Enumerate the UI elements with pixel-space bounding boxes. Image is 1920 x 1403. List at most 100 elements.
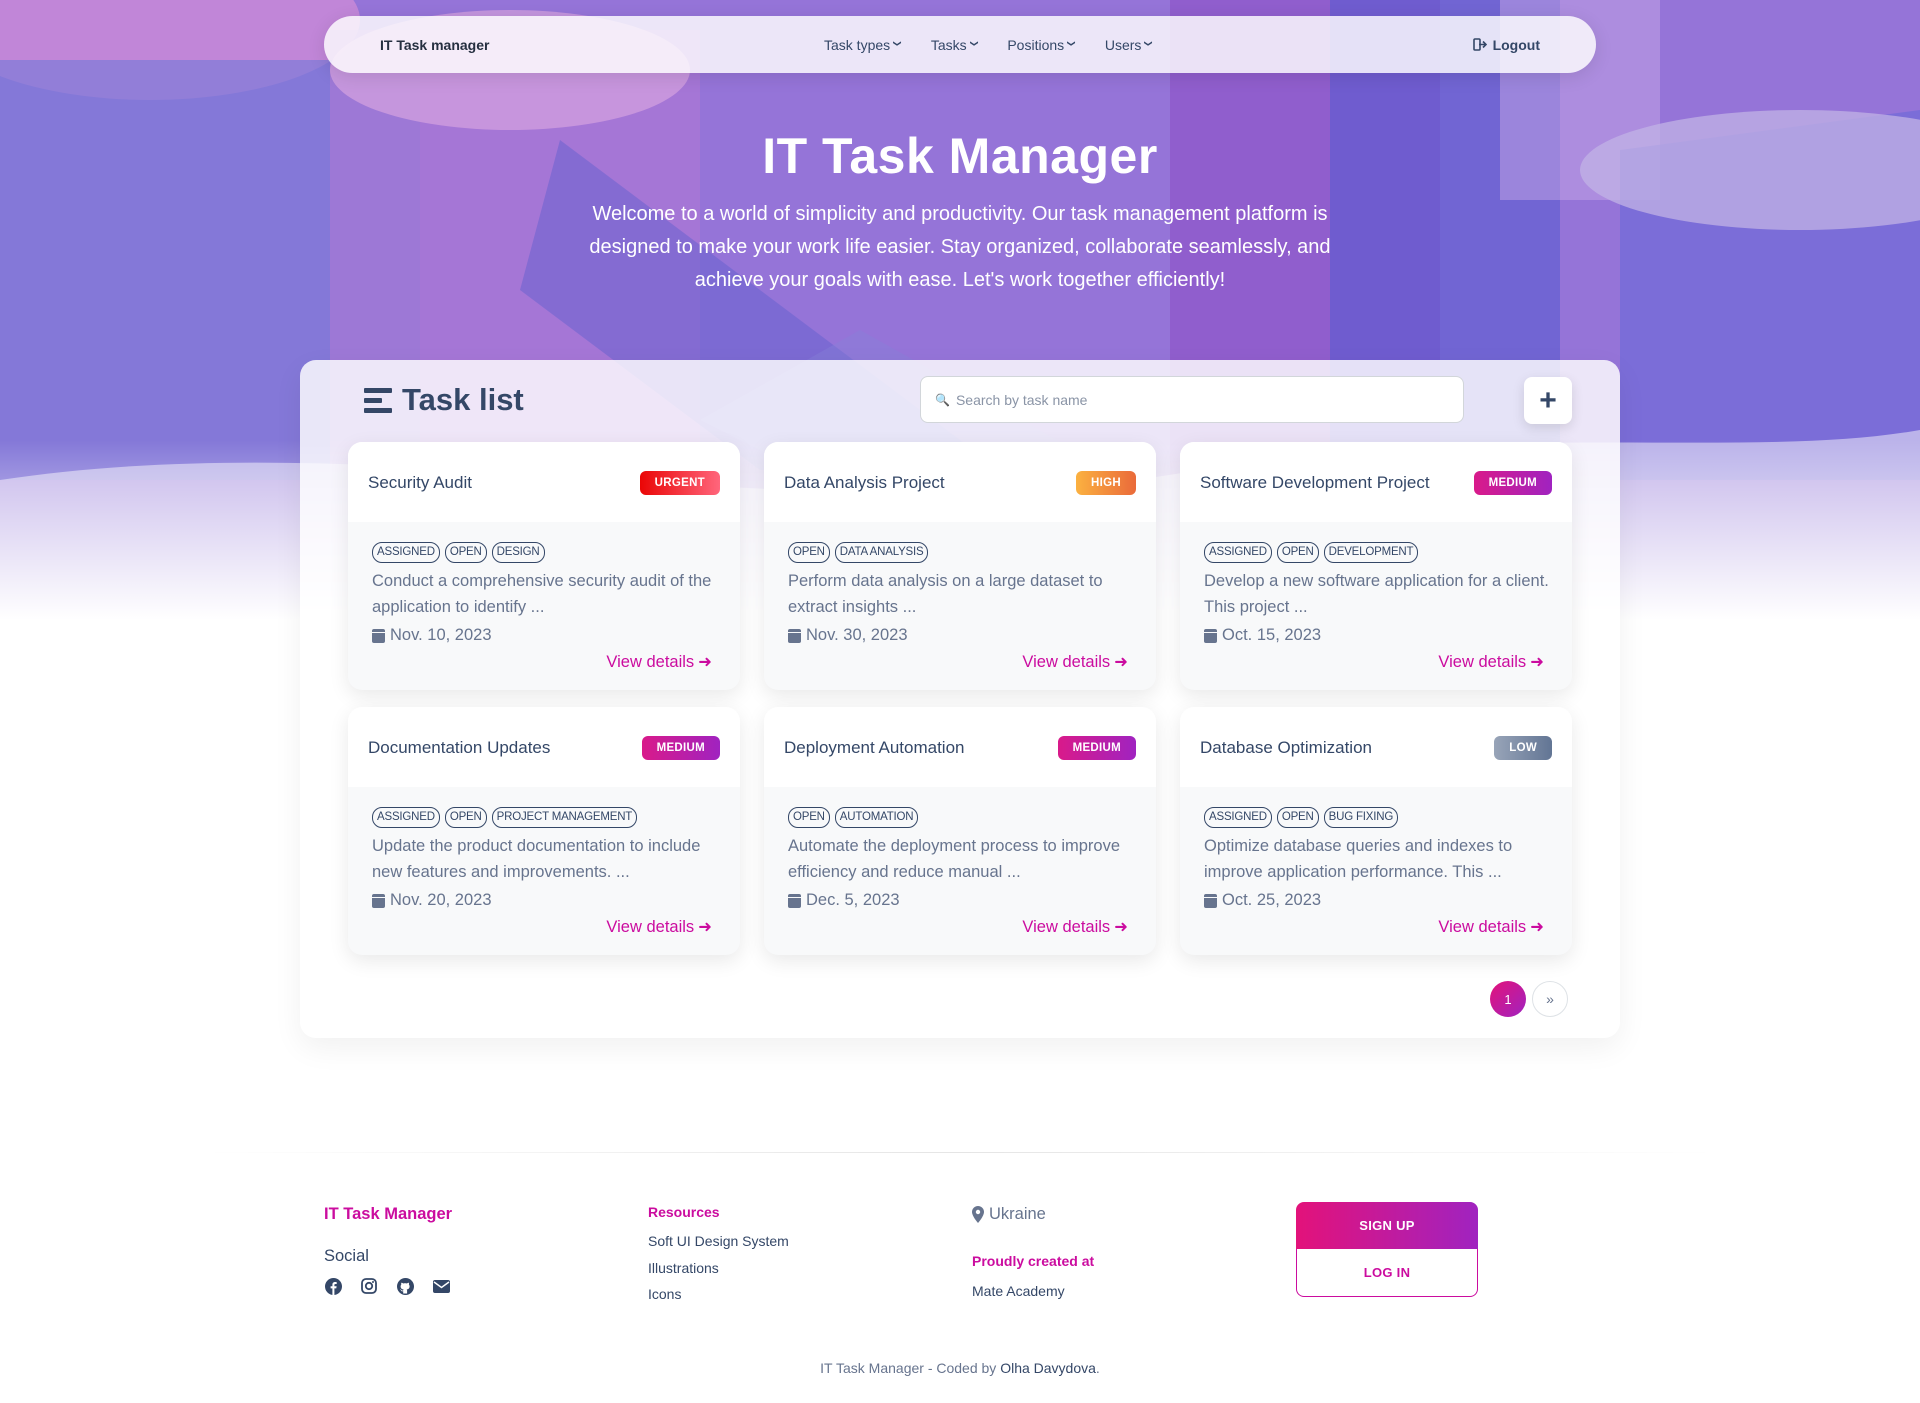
view-details-link[interactable]: View details ➜	[606, 652, 712, 672]
status-tag: OPEN	[444, 542, 487, 563]
priority-badge: MEDIUM	[1473, 471, 1552, 495]
search-box: 🔍	[920, 376, 1464, 423]
task-date: Nov. 10, 2023	[390, 626, 492, 644]
map-pin-icon	[972, 1206, 984, 1223]
view-details-label: View details	[606, 652, 695, 671]
footer-proudly-name[interactable]: Mate Academy	[972, 1283, 1065, 1299]
task-card: Software Development Project MEDIUM ASSI…	[1180, 442, 1572, 690]
calendar-icon	[788, 628, 801, 643]
task-name: Data Analysis Project	[784, 472, 945, 492]
calendar-icon	[372, 628, 385, 643]
arrow-right-icon: ➜	[1530, 653, 1544, 671]
pagination-next-button[interactable]: »	[1532, 981, 1568, 1017]
status-tag: OPEN	[1276, 807, 1319, 828]
footer-link-icons[interactable]: Icons	[648, 1286, 681, 1302]
nav-tasks[interactable]: Tasks ❯	[930, 36, 979, 53]
task-card: Database Optimization LOW ASSIGNED OPEN BU…	[1180, 707, 1572, 955]
task-name: Security Audit	[368, 472, 472, 492]
arrow-right-icon: ➜	[1530, 918, 1544, 936]
nav-task-types[interactable]: Task types ❯	[824, 37, 902, 53]
task-date: Nov. 30, 2023	[806, 626, 908, 644]
task-card: Security Audit URGENT ASSIGNED OPEN DESIGN…	[348, 442, 740, 690]
view-details-link[interactable]: View details ➜	[1022, 652, 1128, 672]
login-button[interactable]: LOG IN	[1296, 1249, 1478, 1297]
task-card: Documentation Updates MEDIUM ASSIGNED OPE…	[348, 707, 740, 955]
status-tag: ASSIGNED	[1204, 807, 1272, 828]
view-details-link[interactable]: View details ➜	[606, 917, 712, 937]
view-details-link[interactable]: View details ➜	[1438, 652, 1544, 672]
status-tag: ASSIGNED	[1204, 542, 1272, 563]
logout-button[interactable]: Logout	[1472, 36, 1540, 53]
task-deadline: Oct. 25, 2023	[1204, 891, 1321, 910]
task-deadline: Nov. 30, 2023	[788, 626, 908, 645]
task-card: Data Analysis Project HIGH OPEN DATA ANAL…	[764, 442, 1156, 690]
logout-label: Logout	[1492, 36, 1540, 53]
footer-link-soft-ui[interactable]: Soft UI Design System	[648, 1233, 789, 1249]
task-name: Documentation Updates	[368, 737, 551, 757]
copyright-suffix: .	[1095, 1360, 1100, 1376]
task-deadline: Oct. 15, 2023	[1204, 626, 1321, 645]
arrow-right-icon: ➜	[1114, 918, 1128, 936]
search-input[interactable]	[955, 391, 1436, 408]
status-tag: OPEN	[444, 807, 487, 828]
view-details-label: View details	[1022, 917, 1111, 936]
task-date: Dec. 5, 2023	[806, 891, 900, 909]
facebook-icon[interactable]	[324, 1277, 342, 1295]
envelope-icon[interactable]	[432, 1277, 450, 1295]
nav-positions-label: Positions	[1007, 36, 1065, 53]
footer-link-illustrations[interactable]: Illustrations	[648, 1260, 719, 1276]
status-tag: ASSIGNED	[372, 542, 440, 563]
nav-users[interactable]: Users ❯	[1105, 37, 1154, 53]
calendar-icon	[788, 893, 801, 908]
footer-social-icons	[324, 1277, 450, 1295]
task-tags: ASSIGNED OPEN BUG FIXING	[1204, 807, 1399, 828]
signup-button[interactable]: SIGN UP	[1296, 1202, 1478, 1249]
task-name: Database Optimization	[1200, 737, 1372, 757]
chevron-down-icon: ❯	[1067, 40, 1077, 47]
task-description: Optimize database queries and indexes to…	[1204, 837, 1513, 881]
view-details-label: View details	[1438, 652, 1527, 671]
status-tag: DATA ANALYSIS	[834, 542, 929, 563]
brand-link[interactable]: IT Task manager	[380, 37, 489, 53]
add-task-button[interactable]: +	[1524, 377, 1572, 424]
task-description: Automate the deployment process to impro…	[788, 837, 1121, 881]
status-tag: DEVELOPMENT	[1323, 542, 1419, 563]
priority-badge: MEDIUM	[1057, 736, 1136, 760]
search-icon: 🔍	[935, 392, 950, 407]
pagination-page-1[interactable]: 1	[1490, 981, 1526, 1017]
priority-badge: URGENT	[639, 471, 720, 495]
priority-badge: HIGH	[1076, 471, 1136, 495]
nav-positions[interactable]: Positions ❯	[1007, 36, 1077, 53]
nav-tasks-label: Tasks	[930, 36, 967, 53]
copyright-prefix: IT Task Manager - Coded by	[820, 1360, 1001, 1376]
task-card-header: Deployment Automation MEDIUM	[764, 707, 1156, 787]
view-details-label: View details	[606, 917, 695, 936]
task-name: Deployment Automation	[784, 737, 965, 757]
footer-resources-title: Resources	[648, 1204, 720, 1220]
status-tag: PROJECT MANAGEMENT	[491, 807, 638, 828]
view-details-link[interactable]: View details ➜	[1022, 917, 1128, 937]
chevron-down-icon: ❯	[1144, 40, 1154, 47]
priority-badge: LOW	[1494, 736, 1552, 760]
hero-subtitle: Welcome to a world of simplicity and pro…	[589, 203, 1331, 291]
arrow-right-icon: ➜	[1114, 653, 1128, 671]
top-navbar: IT Task manager Task types ❯ Tasks ❯ Posit…	[324, 16, 1596, 73]
status-tag: OPEN	[788, 542, 830, 563]
view-details-link[interactable]: View details ➜	[1438, 917, 1544, 937]
footer-proudly-title: Proudly created at	[972, 1253, 1095, 1269]
task-card-header: Security Audit URGENT	[348, 442, 740, 522]
task-card-header: Data Analysis Project HIGH	[764, 442, 1156, 522]
task-tags: ASSIGNED OPEN DESIGN	[372, 542, 545, 563]
calendar-icon	[1204, 628, 1217, 643]
instagram-icon[interactable]	[360, 1277, 378, 1295]
footer-location-text: Ukraine	[989, 1205, 1046, 1223]
calendar-icon	[372, 893, 385, 908]
task-description: Conduct a comprehensive security audit o…	[372, 572, 712, 616]
chevron-down-icon: ❯	[969, 40, 979, 47]
copyright-author-link[interactable]: Olha Davydova	[1000, 1360, 1096, 1376]
github-icon[interactable]	[396, 1277, 414, 1295]
task-card-header: Database Optimization LOW	[1180, 707, 1572, 787]
footer-social-title: Social	[324, 1247, 369, 1265]
task-description: Perform data analysis on a large dataset…	[788, 572, 1103, 616]
arrow-right-icon: ➜	[698, 653, 712, 671]
